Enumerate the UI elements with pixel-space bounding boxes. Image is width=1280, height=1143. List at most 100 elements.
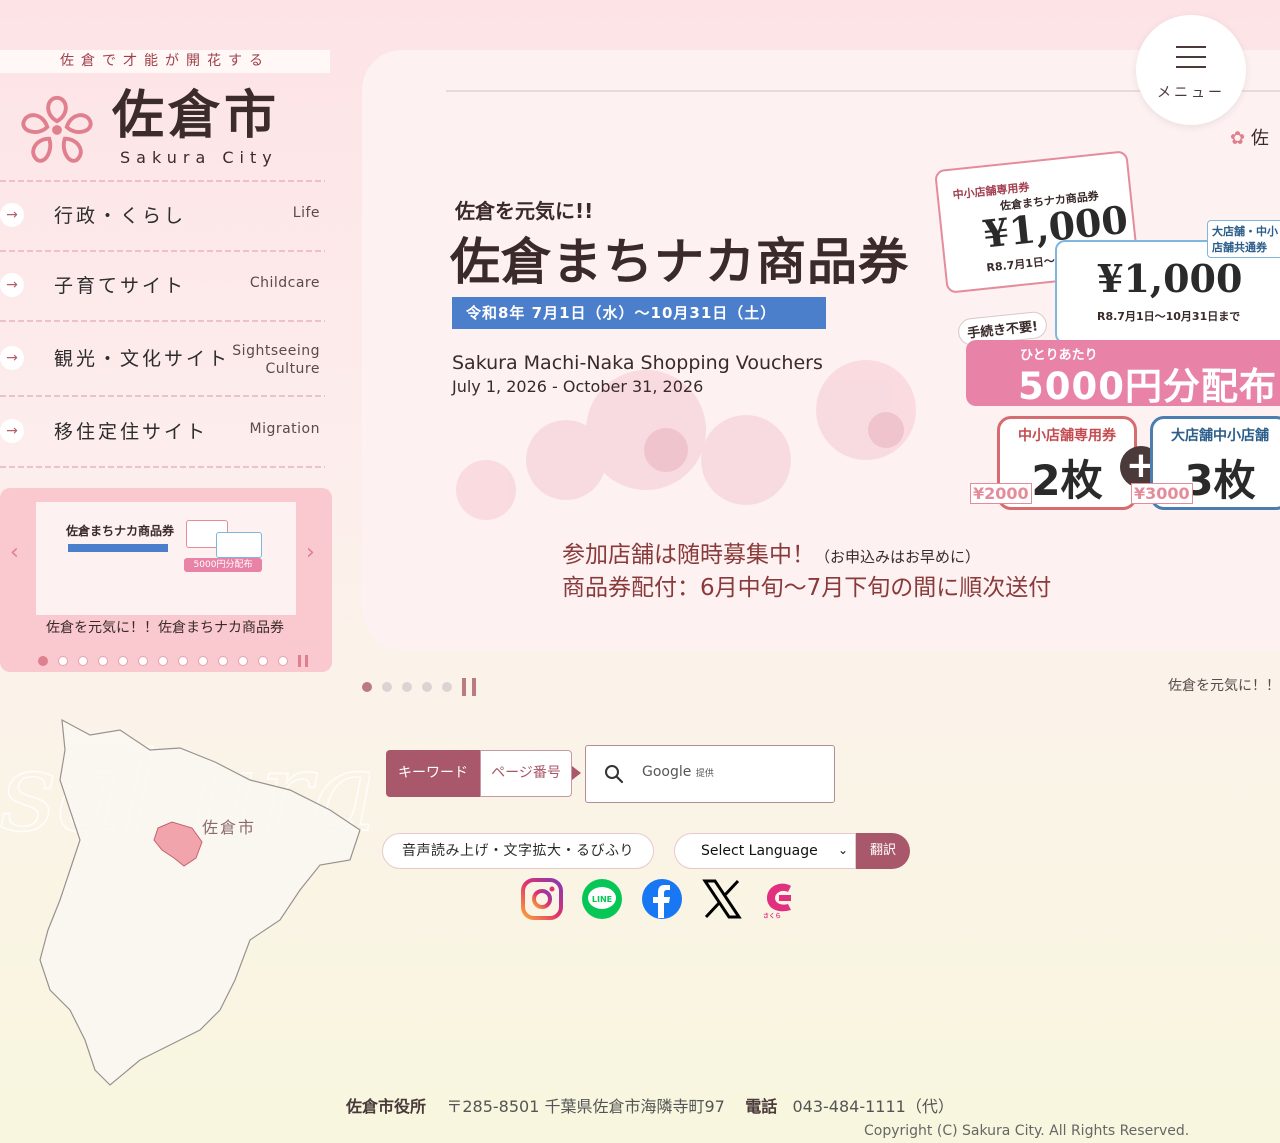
pause-icon[interactable] [298,654,308,667]
hamburger-icon [1176,46,1206,68]
ticket-box-heading: 大店舗中小店舗 [1171,428,1269,444]
sakura-flower-icon: ✿ [1230,128,1246,149]
line-link[interactable]: LINE [581,878,623,920]
nav-divider [0,320,325,322]
carousel-dot[interactable] [138,655,148,666]
nav-item-migration[interactable]: → 移住定住サイト Migration [0,397,330,465]
nav-item-label-jp: 移住定住サイト [54,421,209,443]
hero-notice-delivery: 商品券配付：6月中旬～7月下旬の間に順次送付 [562,575,1052,601]
site-logo-subtitle: Sakura City [120,148,278,167]
x-link[interactable] [701,878,743,920]
translate-button[interactable]: 翻訳 [856,833,910,869]
nav-divider [0,466,325,468]
carousel-dot[interactable] [178,655,188,666]
carousel-dot[interactable] [78,655,88,666]
chevron-left-icon[interactable]: ‹ [10,540,19,565]
chevron-right-icon[interactable]: › [306,540,315,565]
carousel-dot[interactable] [258,655,268,666]
voucher-period: R8.7月1日～10月31日まで [1097,310,1241,323]
sakura-flower-icon [21,95,93,163]
carousel-dot[interactable] [58,655,68,666]
nav-item-label-en: Childcare [249,275,320,291]
footer-address: 〒285-8501 千葉県佐倉市海隣寺町97 [446,1097,725,1116]
nav-item-sightseeing[interactable]: → 観光・文化サイト Sightseeing Culture [0,324,330,392]
hero-notice-recruiting: 参加店舗は随時募集中！（お申込みはお早めに） [562,535,980,569]
carousel-dot[interactable] [422,681,432,692]
carousel-dot[interactable] [198,655,208,666]
ticket-box-small-store: 中小店舗専用券 2枚 ¥2000 [970,416,1137,510]
arrow-right-icon: → [0,203,24,227]
carousel-dot[interactable] [402,681,412,692]
footer-phone: 043-484-1111（代） [792,1097,954,1116]
hero-english-title: Sakura Machi-Naka Shopping Vouchers [452,352,823,374]
carousel-dot[interactable] [38,655,48,666]
nav-item-label-en: Sightseeing Culture [232,343,320,377]
line-icon: LINE [582,879,622,919]
nav-item-label-en: Migration [249,421,320,437]
site-tagline: 佐倉で才能が開花する [0,50,330,73]
mini-carousel-caption[interactable]: 佐倉を元気に！！佐倉まちナカ商品券 [0,617,330,637]
google-provided-label: Google 提供 [642,764,714,780]
footer-phone-label: 電話 [745,1097,778,1116]
menu-button[interactable] [1136,15,1246,125]
chiba-map: sakura [0,718,370,1086]
nav-item-label-jp: 子育てサイト [54,275,187,297]
nav-item-childcare[interactable]: → 子育てサイト Childcare [0,251,330,319]
chevron-down-icon: ⌄ [838,843,849,857]
tab-keyword[interactable]: キーワード [386,750,480,797]
carousel-dot[interactable] [158,655,168,666]
voucher-label: 大店舗・中小店舗共通券 [1207,220,1280,258]
facebook-icon [642,879,682,919]
carousel-dot[interactable] [362,681,372,692]
arrow-right-icon: → [0,273,24,297]
sakura-app-link[interactable]: さくら [761,878,803,920]
nav-item-label-jp: 行政・くらし [54,205,187,227]
mini-carousel-slide[interactable]: 佐倉まちナカ商品券 5000円分配布 [36,502,296,615]
hero-corner-text: ✿ 佐 [1230,124,1269,150]
google-provided: 提供 [695,769,714,779]
footer-contact: 佐倉市役所 〒285-8501 千葉県佐倉市海隣寺町97 電話 043-484-… [346,1093,954,1117]
hero-english-dates: July 1, 2026 - October 31, 2026 [452,377,704,396]
facebook-link[interactable] [641,878,683,920]
carousel-dot[interactable] [118,655,128,666]
hero-carousel-dots [362,676,476,696]
tab-page-number[interactable]: ページ番号 [480,750,572,797]
carousel-dot[interactable] [218,655,228,666]
hero-notice-small: （お申込みはお早めに） [815,548,981,566]
menu-label: メニュー [1157,85,1225,101]
x-icon [702,879,742,919]
ticket-box-large-store: 大店舗中小店舗 3枚 ¥3000 [1131,416,1280,510]
arrow-right-icon: → [0,346,24,370]
mini-carousel-dots [38,650,308,669]
arrow-right-icon: → [0,419,24,443]
site-logo-title: 佐倉市 [112,85,281,146]
search-icon[interactable] [604,764,624,784]
svg-text:LINE: LINE [592,895,612,904]
voucher-amount: ¥1,000 [1097,256,1243,301]
hero-title: 佐倉まちナカ商品券 [450,233,909,291]
hero-subtitle: 佐倉を元気に!! [455,199,594,223]
nav-item-life[interactable]: → 行政・くらし Life [0,181,330,249]
instagram-icon [521,878,563,920]
mini-slide-date-bar [68,544,168,552]
google-label: Google [642,764,692,780]
distribution-banner-amount: 5000円分配布 [1018,365,1277,408]
nav-item-label-en: Life [292,205,320,221]
carousel-dot[interactable] [278,655,288,666]
mini-slide-banner: 5000円分配布 [184,558,262,572]
carousel-dot[interactable] [98,655,108,666]
tab-pointer [572,766,581,780]
carousel-dot[interactable] [442,681,452,692]
nav-item-label-jp: 観光・文化サイト [54,348,231,370]
mini-slide-title: 佐倉まちナカ商品券 [66,524,175,538]
accessibility-button[interactable]: 音声読み上げ・文字拡大・るびふり [382,833,654,869]
ticket-box-price: ¥3000 [1131,483,1193,504]
pause-icon[interactable] [462,677,476,696]
instagram-link[interactable] [521,878,563,920]
carousel-dot[interactable] [238,655,248,666]
news-ticker[interactable]: 佐倉を元気に！！ [1168,675,1280,695]
carousel-dot[interactable] [382,681,392,692]
language-select[interactable]: Select Language [674,833,856,869]
ticket-box-price: ¥2000 [970,483,1032,504]
sakura-app-caption: さくら [763,913,782,920]
